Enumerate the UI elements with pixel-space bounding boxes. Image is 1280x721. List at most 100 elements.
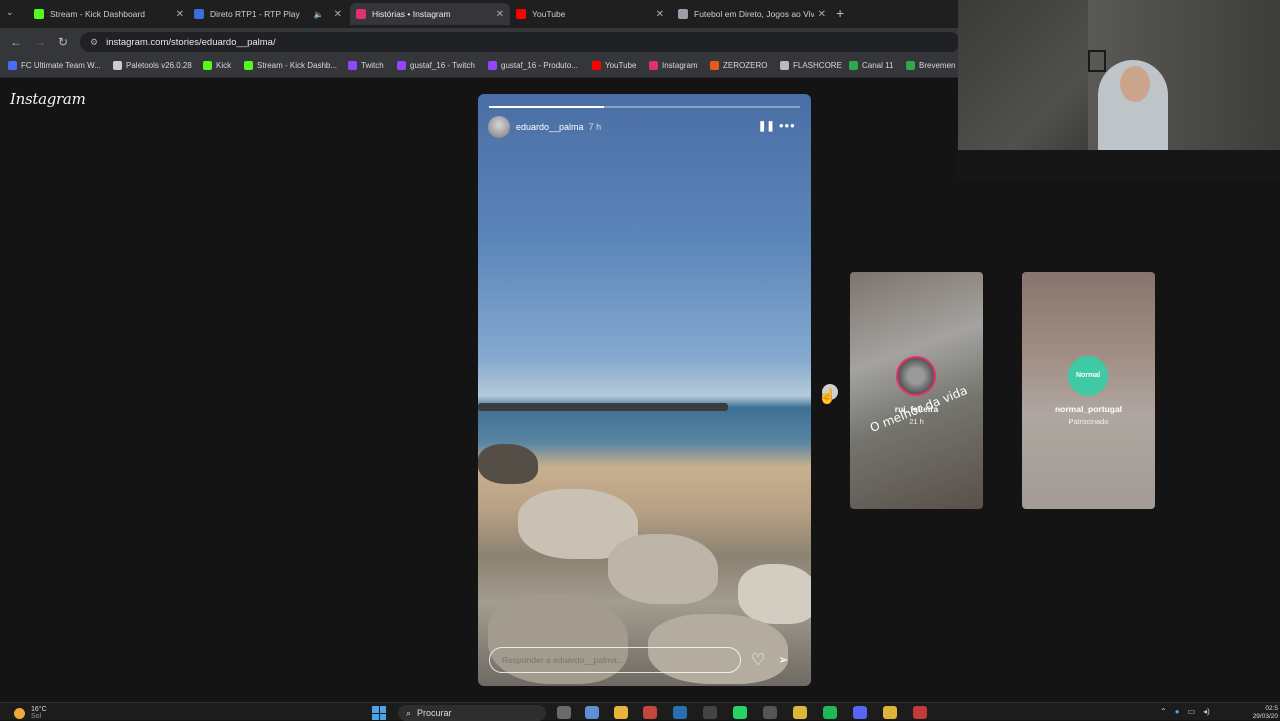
tab-favicon-icon	[34, 9, 44, 19]
clock-time: 02:5	[1265, 705, 1278, 712]
tab-title: Direto RTP1 - RTP Play	[210, 9, 300, 19]
bookmark-item[interactable]: Instagram	[649, 61, 698, 70]
forward-arrow-icon[interactable]: →	[34, 35, 46, 49]
app-icon[interactable]	[643, 706, 657, 719]
weather-desc: Sol	[31, 713, 42, 720]
bookmark-favicon-icon	[397, 61, 406, 70]
story-preview-normal-portugal[interactable]: Normal normal_portugal Patrocinado	[1022, 272, 1155, 509]
bookmark-label: FLASHCORE	[793, 61, 842, 70]
story-username[interactable]: eduardo__palma	[516, 122, 584, 132]
bookmark-label: Twitch	[361, 61, 384, 70]
tab-close-icon[interactable]: ✕	[656, 9, 664, 20]
bookmark-favicon-icon	[8, 61, 17, 70]
avatar: Normal	[1068, 356, 1108, 396]
bookmark-favicon-icon	[649, 61, 658, 70]
bookmark-item[interactable]: gustaf_16 - Produto...	[488, 61, 578, 70]
send-icon[interactable]: ➢	[778, 652, 789, 668]
bookmark-item[interactable]: Kick	[203, 61, 231, 70]
browser-tab[interactable]: Direto RTP1 - RTP Play 🔈 ✕	[188, 3, 348, 25]
reload-icon[interactable]: ↻	[58, 35, 68, 49]
bookmark-favicon-icon	[348, 61, 357, 70]
search-icon: ⌕	[406, 707, 412, 718]
instagram-logo[interactable]: Instagram	[10, 90, 86, 108]
tray-chevron-icon[interactable]: ⌃	[1160, 707, 1167, 716]
tab-close-icon[interactable]: ✕	[496, 9, 504, 20]
bookmark-item[interactable]: FLASHCORE	[780, 61, 842, 70]
taskbar-clock[interactable]: 02:5 29/03/20	[1246, 705, 1278, 721]
network-icon[interactable]: ▭	[1188, 707, 1196, 716]
windows-start-icon[interactable]	[372, 706, 386, 720]
volume-icon[interactable]: ◂)	[1203, 707, 1210, 716]
bookmark-item[interactable]: YouTube	[592, 61, 636, 70]
story-image-rock	[608, 534, 718, 604]
chrome-icon[interactable]	[793, 706, 807, 719]
new-tab-button[interactable]: +	[836, 5, 844, 21]
browser-tab[interactable]: Histórias • Instagram ✕	[350, 3, 510, 25]
bookmark-favicon-icon	[849, 61, 858, 70]
like-heart-icon[interactable]: ♡	[751, 650, 765, 670]
weather-widget[interactable]: 16°C Sol	[14, 706, 47, 720]
bookmark-favicon-icon	[113, 61, 122, 70]
bookmark-item[interactable]: Paletools v26.0.28	[113, 61, 192, 70]
address-bar[interactable]: ⚙ instagram.com/stories/eduardo__palma/	[80, 32, 960, 52]
browser-tab[interactable]: Futebol em Direto, Jogos ao Vivo ✕	[672, 3, 832, 25]
bookmark-item[interactable]: Canal 11	[849, 61, 893, 70]
tab-title: Futebol em Direto, Jogos ao Vivo	[694, 9, 814, 19]
sun-icon	[14, 707, 25, 719]
whatsapp-icon[interactable]	[733, 706, 747, 719]
bookmark-label: Instagram	[662, 61, 698, 70]
tab-favicon-icon	[194, 9, 204, 19]
bookmark-label: Canal 11	[862, 61, 894, 70]
bookmark-item[interactable]: gustaf_16 - Twitch	[397, 61, 475, 70]
story-viewer[interactable]: eduardo__palma 7 h ❚❚ ••• ♡ ➢	[478, 94, 811, 686]
back-arrow-icon[interactable]: ←	[10, 35, 22, 49]
bookmark-favicon-icon	[244, 61, 253, 70]
story-image-rock	[738, 564, 811, 624]
bookmark-item[interactable]: Brevemen	[906, 61, 955, 70]
taskbar-search[interactable]: ⌕ Procurar	[398, 705, 546, 721]
bookmark-item[interactable]: Stream - Kick Dashb...	[244, 61, 337, 70]
discord-icon[interactable]	[853, 706, 867, 719]
more-options-icon[interactable]: •••	[779, 118, 796, 133]
tab-close-icon[interactable]: ✕	[334, 9, 342, 20]
chrome-active-icon[interactable]	[883, 706, 897, 719]
tab-audio-icon[interactable]: 🔈	[314, 10, 324, 19]
reply-input[interactable]	[489, 647, 741, 673]
microphone-icon[interactable]: ●	[1175, 707, 1180, 716]
tab-favicon-icon	[356, 9, 366, 19]
browser-tab[interactable]: YouTube ✕	[510, 3, 670, 25]
browser-tab[interactable]: Stream - Kick Dashboard ✕	[28, 3, 190, 25]
bookmark-favicon-icon	[710, 61, 719, 70]
spotify-icon[interactable]	[823, 706, 837, 719]
app-icon[interactable]	[913, 706, 927, 719]
capcut-icon[interactable]	[763, 706, 777, 719]
avatar[interactable]	[488, 116, 510, 138]
bookmark-label: YouTube	[605, 61, 637, 70]
bookmark-favicon-icon	[906, 61, 915, 70]
tab-close-icon[interactable]: ✕	[818, 9, 826, 20]
task-view-icon[interactable]	[557, 706, 571, 719]
webcam-overlay	[958, 0, 1280, 181]
tab-favicon-icon	[516, 9, 526, 19]
bookmark-item[interactable]: ZEROZERO	[710, 61, 767, 70]
story-image-jetty	[478, 403, 728, 411]
store-icon[interactable]	[585, 706, 599, 719]
pause-icon[interactable]: ❚❚	[758, 121, 775, 132]
tab-close-icon[interactable]: ✕	[176, 9, 184, 20]
story-preview-rui-feiteira[interactable]: rui_feiteira 21 h O melhor da vida	[850, 272, 983, 509]
webcam-desk	[958, 150, 1280, 181]
bookmark-favicon-icon	[203, 61, 212, 70]
story-image-rock	[478, 444, 538, 484]
steam-icon[interactable]	[673, 706, 687, 719]
bookmark-item[interactable]: FC Ultimate Team W...	[8, 61, 101, 70]
bookmark-label: Paletools v26.0.28	[126, 61, 192, 70]
windows-taskbar: 16°C Sol ⌕ Procurar ⌃ ● ▭ ◂) 02:5 29/03/…	[0, 702, 1280, 721]
story-header: eduardo__palma 7 h	[488, 116, 601, 138]
tab-search-chevron-icon[interactable]: ⌄	[6, 7, 14, 18]
bookmark-label: gustaf_16 - Twitch	[410, 61, 475, 70]
site-info-icon[interactable]: ⚙	[90, 37, 98, 48]
system-tray: ⌃ ● ▭ ◂)	[1160, 707, 1210, 716]
file-explorer-icon[interactable]	[614, 706, 628, 719]
bookmark-item[interactable]: Twitch	[348, 61, 384, 70]
epic-games-icon[interactable]	[703, 706, 717, 719]
